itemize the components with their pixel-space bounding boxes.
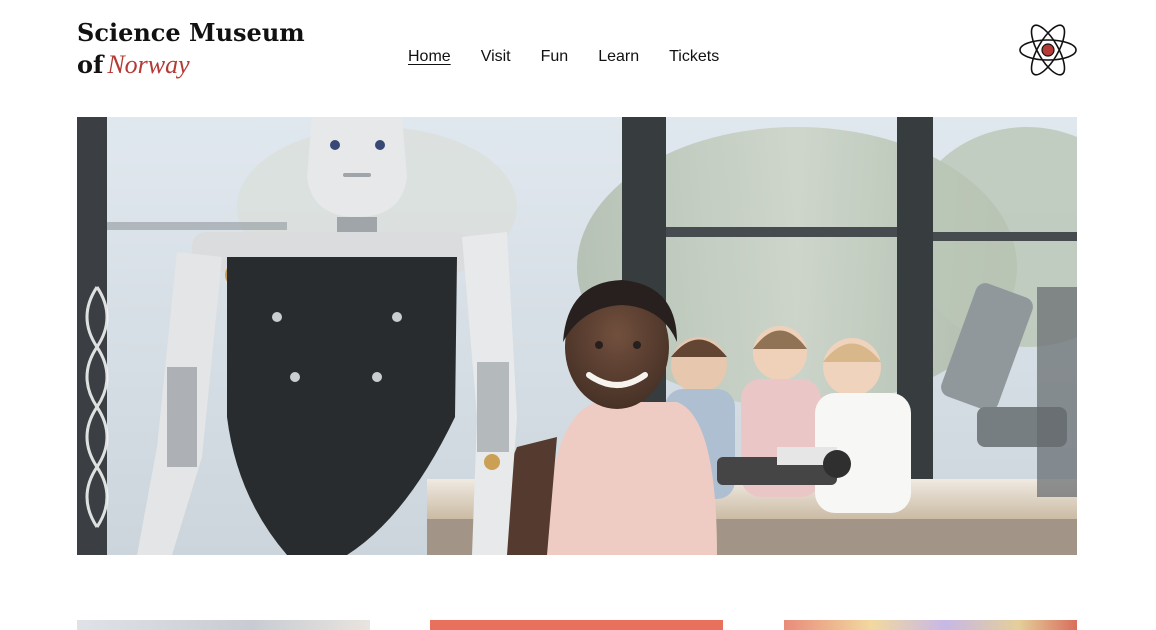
nav-link-tickets[interactable]: Tickets (669, 46, 719, 68)
hero-image (77, 117, 1077, 555)
site-logo[interactable]: Science Museum of Norway (77, 17, 307, 81)
logo-prefix: of (77, 50, 104, 79)
nav-link-visit[interactable]: Visit (481, 46, 511, 68)
logo-accent-word: Norway (107, 50, 190, 79)
nav-link-fun[interactable]: Fun (541, 46, 569, 68)
nav-link-home[interactable]: Home (408, 46, 451, 68)
logo-title-line1: Science Museum (77, 18, 305, 47)
featured-card-2[interactable] (430, 620, 723, 630)
nav-link-learn[interactable]: Learn (598, 46, 639, 68)
featured-card-1[interactable] (77, 620, 370, 630)
featured-card-3[interactable] (784, 620, 1077, 630)
atom-icon[interactable] (1018, 22, 1078, 78)
main-navigation: Home Visit Fun Learn Tickets (408, 46, 719, 68)
logo-title-line2: of Norway (77, 49, 307, 81)
